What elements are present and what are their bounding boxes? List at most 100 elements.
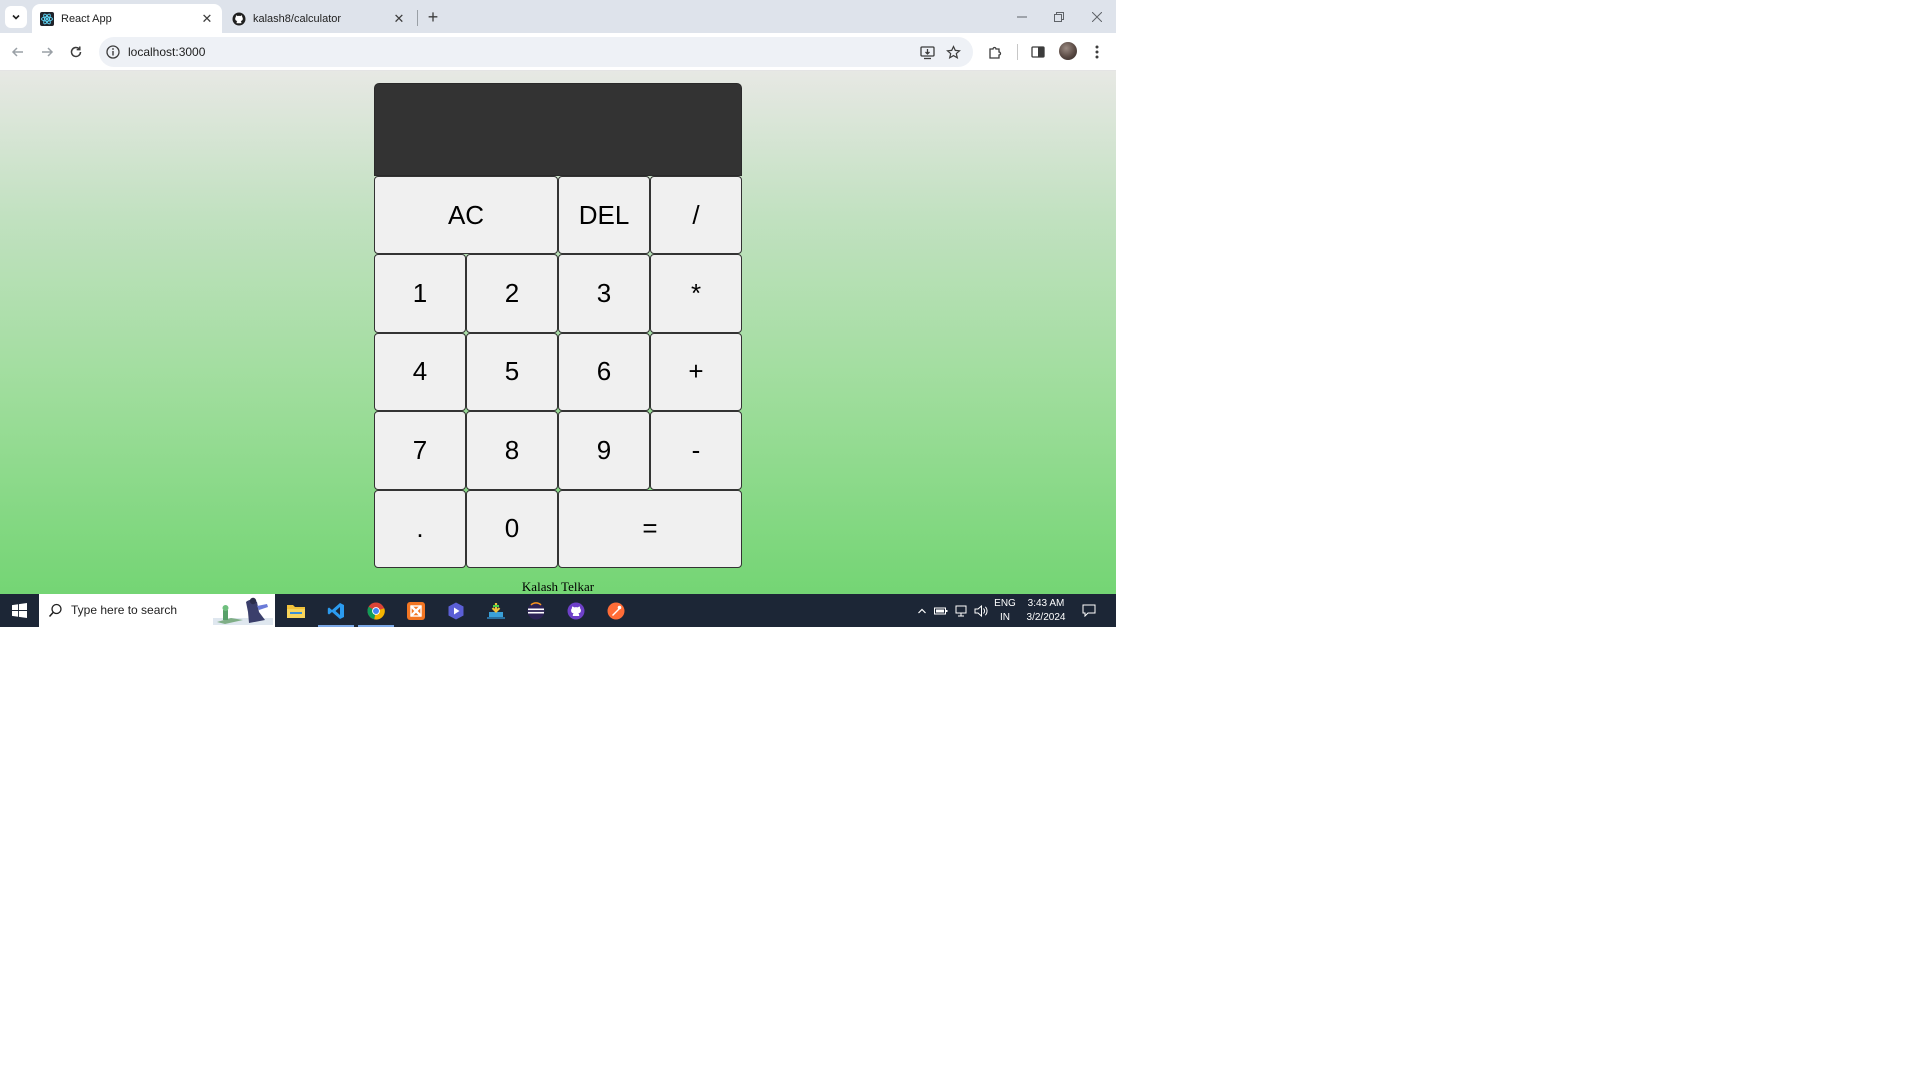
tab-divider [417, 10, 418, 26]
key-equals-button[interactable]: = [558, 489, 742, 568]
taskbar-search[interactable]: Type here to search [39, 594, 275, 627]
close-window-button[interactable] [1078, 0, 1116, 33]
page-content: AC DEL/ 1 2 3 * 4 5 6 +7 8 9-. 0 = Kalash Telkar [0, 71, 1116, 594]
back-button[interactable] [6, 40, 30, 64]
network-button[interactable] [952, 594, 970, 627]
battery-button[interactable] [932, 594, 950, 627]
vscode-button[interactable] [316, 594, 356, 627]
key-digit-4-button[interactable]: 4 [374, 332, 466, 412]
installer-button[interactable] [476, 594, 516, 627]
address-bar[interactable]: localhost:3000 [99, 37, 973, 67]
tab-title: React App [61, 12, 112, 25]
plus-icon: + [427, 6, 439, 27]
region-code: IN [999, 611, 1010, 623]
key-delete-button[interactable]: DEL [558, 176, 650, 255]
key-digit-6-button[interactable]: 6 [558, 332, 650, 412]
video-app-icon [448, 602, 464, 619]
key-digit-9-button[interactable]: 9 [558, 411, 650, 490]
arrow-left-icon [11, 47, 23, 57]
key-digit-0-button[interactable]: 0 [466, 489, 558, 568]
install-app-icon[interactable] [919, 44, 935, 60]
tab-close-icon[interactable]: ✕ [198, 10, 216, 28]
key-digit-1-button[interactable]: 1 [374, 254, 466, 333]
clock: 3:43 AM 3/2/2024 [1027, 597, 1066, 625]
browser-toolbar: localhost:3000 [0, 33, 1116, 71]
key-add-button[interactable]: + [650, 332, 742, 412]
calculator-keypad: AC DEL/ 1 2 3 * 4 5 6 +7 8 9-. 0 = [374, 176, 742, 568]
chevron-down-icon [12, 14, 20, 20]
language-indicator: ENG IN [994, 597, 1016, 625]
chrome-button[interactable] [356, 594, 396, 627]
arrow-right-icon [42, 47, 54, 57]
show-hidden-icons-button[interactable] [914, 594, 930, 627]
notification-icon [1082, 604, 1096, 617]
tab-react-app[interactable]: React App ✕ [32, 4, 222, 33]
key-digit-3-button[interactable]: 3 [558, 254, 650, 333]
language-code: ENG [994, 597, 1016, 609]
tab-github-calculator[interactable]: kalash8/calculator ✕ [224, 4, 414, 33]
battery-icon [934, 607, 948, 614]
xampp-button[interactable] [396, 594, 436, 627]
github-desktop-button[interactable] [556, 594, 596, 627]
key-digit-7-button[interactable]: 7 [374, 411, 466, 490]
postman-icon [607, 602, 625, 619]
chevron-up-icon [918, 608, 926, 613]
key-divide-button[interactable]: / [650, 176, 742, 255]
key-subtract-button[interactable]: - [650, 411, 742, 490]
github-desktop-icon [567, 602, 585, 619]
forward-button[interactable] [35, 40, 59, 64]
file-explorer-button[interactable] [276, 594, 316, 627]
volume-button[interactable] [972, 594, 990, 627]
calculator-display [374, 83, 742, 176]
search-placeholder: Type here to search [71, 603, 178, 617]
profile-avatar[interactable] [1059, 42, 1077, 60]
installer-icon [487, 602, 505, 619]
toolbar-divider [1017, 44, 1018, 60]
search-highlight-illustration-icon [213, 597, 273, 625]
author-name: Kalash Telkar [521, 579, 595, 594]
tab-close-icon[interactable]: ✕ [390, 10, 408, 28]
search-icon [48, 603, 62, 618]
extensions-icon[interactable] [986, 43, 1004, 61]
screen: React App ✕ kalash8/calculator ✕ + local… [0, 0, 1920, 1080]
site-info-icon[interactable] [106, 45, 120, 59]
key-digit-8-button[interactable]: 8 [466, 411, 558, 490]
windows-logo-icon [12, 603, 27, 618]
minimize-button[interactable] [1003, 0, 1041, 33]
vscode-icon [327, 602, 344, 619]
address-url: localhost:3000 [128, 45, 206, 59]
postman-button[interactable] [596, 594, 636, 627]
start-button[interactable] [0, 594, 39, 627]
input-language-button[interactable]: ENG IN [992, 594, 1018, 627]
reload-icon [70, 46, 82, 58]
file-explorer-icon [287, 605, 305, 618]
restore-button[interactable] [1040, 0, 1078, 33]
tab-search-button[interactable] [5, 6, 27, 28]
notifications-button[interactable] [1078, 594, 1100, 627]
clock-button[interactable]: 3:43 AM 3/2/2024 [1022, 594, 1070, 627]
bookmark-star-icon[interactable] [945, 44, 961, 60]
speaker-icon [974, 604, 988, 617]
restore-icon [1054, 11, 1064, 22]
key-decimal-button[interactable]: . [374, 489, 466, 568]
video-app-button[interactable] [436, 594, 476, 627]
clock-time: 3:43 AM [1027, 597, 1065, 609]
new-tab-button[interactable]: + [423, 7, 443, 27]
side-panel-icon[interactable] [1029, 43, 1047, 61]
key-multiply-button[interactable]: * [650, 254, 742, 333]
close-icon [1092, 11, 1102, 22]
key-all-clear-button[interactable]: AC [374, 176, 558, 255]
github-icon [232, 12, 246, 26]
active-app-indicator [318, 625, 354, 627]
xampp-icon [407, 601, 425, 620]
reload-button[interactable] [64, 40, 88, 64]
browser-tab-strip: React App ✕ kalash8/calculator ✕ + [0, 0, 1116, 33]
calculator: AC DEL/ 1 2 3 * 4 5 6 +7 8 9-. 0 = [374, 83, 742, 568]
eclipse-button[interactable] [516, 594, 556, 627]
key-digit-5-button[interactable]: 5 [466, 332, 558, 412]
clock-date: 3/2/2024 [1026, 611, 1066, 623]
windows-taskbar: Type here to search ENG IN 3:43 AM 3/2/2… [0, 594, 1116, 627]
eclipse-icon [527, 601, 545, 619]
key-digit-2-button[interactable]: 2 [466, 254, 558, 333]
more-menu-icon[interactable] [1088, 43, 1106, 61]
